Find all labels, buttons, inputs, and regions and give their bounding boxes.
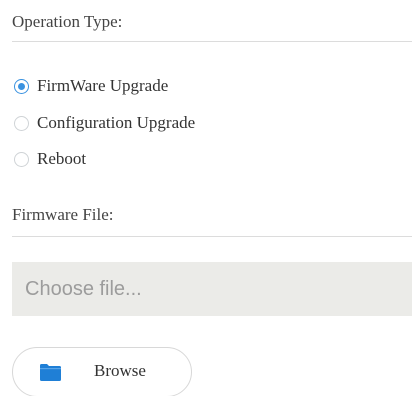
radio-button[interactable] <box>14 151 29 167</box>
browse-button-label: Browse <box>94 361 146 380</box>
browse-button[interactable]: Browse <box>12 347 192 396</box>
operation-type-divider <box>12 41 412 42</box>
file-path-input[interactable]: Choose file... <box>12 262 412 316</box>
folder-icon <box>40 364 61 381</box>
radio-label-firmware-upgrade: FirmWare Upgrade <box>37 76 169 95</box>
radio-label-reboot: Reboot <box>37 149 87 168</box>
radio-reboot[interactable]: Reboot <box>14 148 86 170</box>
radio-configuration-upgrade[interactable]: Configuration Upgrade <box>14 112 195 134</box>
firmware-file-divider <box>12 236 412 237</box>
radio-firmware-upgrade[interactable]: FirmWare Upgrade <box>14 75 168 97</box>
radio-button-selected[interactable] <box>14 78 29 94</box>
radio-button[interactable] <box>14 115 29 131</box>
radio-label-configuration-upgrade: Configuration Upgrade <box>37 113 196 132</box>
firmware-file-label: Firmware File: <box>12 205 114 224</box>
operation-type-label: Operation Type: <box>12 12 123 31</box>
file-path-placeholder: Choose file... <box>25 277 142 300</box>
